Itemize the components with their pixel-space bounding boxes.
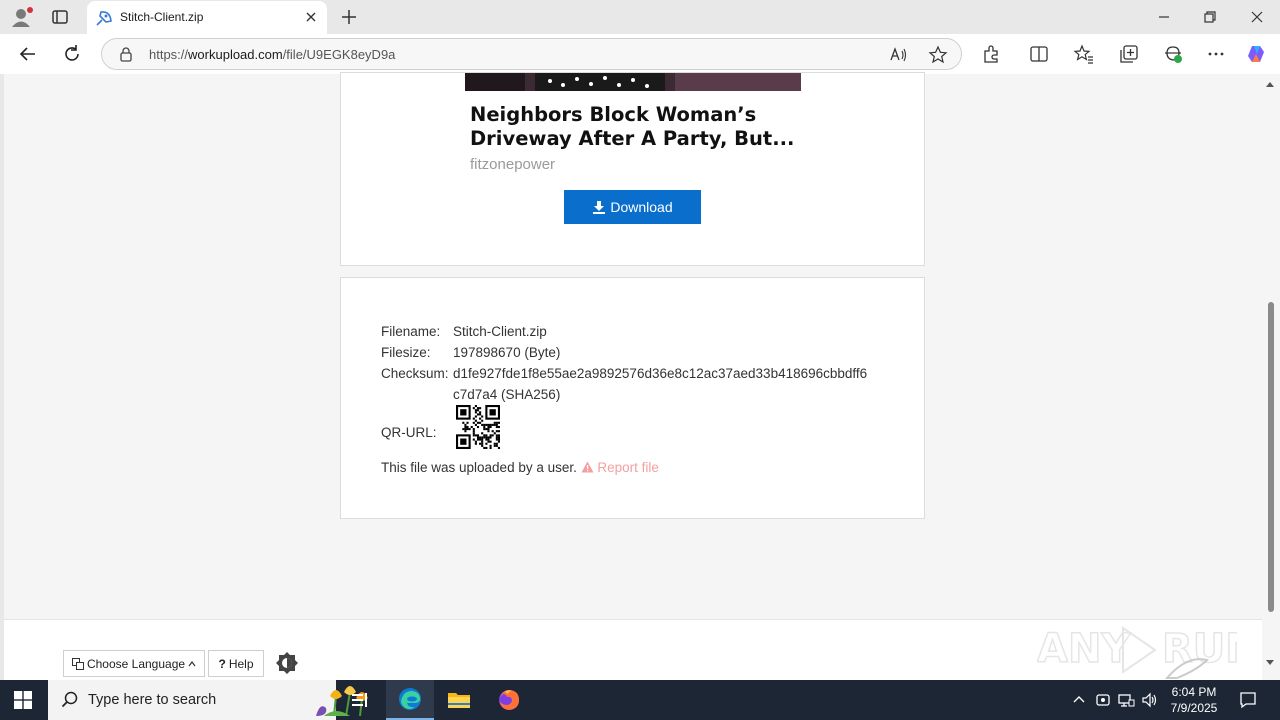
report-file-link[interactable]: Report file xyxy=(581,460,659,475)
show-hidden-icons-icon[interactable] xyxy=(1070,691,1088,709)
checksum-value-line1: d1fe927fde1f8e55ae2a9892576d36e8c12ac37a… xyxy=(453,366,868,381)
uploaded-notice: This file was uploaded by a user. Report… xyxy=(381,460,659,475)
choose-language-label: Choose Language xyxy=(86,656,186,671)
search-placeholder: Type here to search xyxy=(88,692,217,708)
firefox-icon xyxy=(499,690,519,710)
help-button[interactable]: ? Help xyxy=(208,650,264,677)
edge-icon xyxy=(399,688,421,710)
task-view-icon xyxy=(352,693,367,707)
refresh-icon[interactable] xyxy=(61,43,83,65)
back-icon[interactable] xyxy=(17,43,39,65)
close-tab-icon[interactable] xyxy=(303,9,319,25)
system-clock[interactable]: 6:04 PM 7/9/2025 xyxy=(1160,684,1228,716)
scroll-down-arrow[interactable] xyxy=(1266,660,1274,665)
warning-icon xyxy=(581,461,594,473)
svg-text:ANY: ANY xyxy=(1037,626,1131,672)
choose-language-button[interactable]: Choose Language xyxy=(63,650,205,677)
windows-taskbar: Type here to search 6:04 PM 7/9/2025 xyxy=(0,680,1280,720)
tab-actions-icon[interactable] xyxy=(50,7,70,27)
scroll-up-arrow[interactable] xyxy=(1266,82,1274,87)
navigation-bar: https://workupload.com/file/U9EGK8eyD9a xyxy=(0,34,1280,74)
close-window-icon[interactable] xyxy=(1246,6,1268,28)
uploaded-text: This file was uploaded by a user. xyxy=(381,460,577,475)
page-viewport: Neighbors Block Woman’s Driveway After A… xyxy=(0,72,1280,680)
file-explorer-icon xyxy=(448,693,470,708)
qr-url-label: QR-URL: xyxy=(381,425,437,440)
copilot-icon[interactable] xyxy=(1246,43,1268,65)
ad-image[interactable] xyxy=(465,73,801,91)
profile-icon[interactable] xyxy=(10,7,34,27)
filesize-value: 197898670 (Byte) xyxy=(453,345,561,360)
question-icon: ? xyxy=(218,656,226,671)
workupload-favicon-icon xyxy=(96,11,112,26)
taskbar-edge-button[interactable] xyxy=(386,680,434,720)
ad-card: Neighbors Block Woman’s Driveway After A… xyxy=(340,72,925,266)
extensions-icon[interactable] xyxy=(980,43,1002,65)
taskbar-search-box[interactable]: Type here to search xyxy=(48,680,368,720)
windows-start-icon[interactable] xyxy=(14,691,32,709)
address-bar[interactable]: https://workupload.com/file/U9EGK8eyD9a xyxy=(101,38,962,70)
vertical-scrollbar[interactable] xyxy=(1262,74,1280,680)
theme-toggle-icon[interactable] xyxy=(275,651,299,675)
restore-icon[interactable] xyxy=(1199,6,1221,28)
collections-icon[interactable] xyxy=(1118,43,1140,65)
report-file-label: Report file xyxy=(597,460,659,475)
network-icon[interactable] xyxy=(1117,691,1135,709)
split-screen-icon[interactable] xyxy=(1028,43,1050,65)
caret-up-icon xyxy=(188,660,196,666)
volume-icon[interactable] xyxy=(1141,691,1159,709)
anyrun-watermark-logo: ANY RUN xyxy=(1037,625,1237,679)
download-button[interactable]: Download xyxy=(564,190,701,224)
language-icon xyxy=(71,657,84,670)
favorite-star-icon[interactable] xyxy=(928,45,948,65)
tab-stitch-client[interactable]: Stitch-Client.zip xyxy=(87,1,327,34)
tab-title: Stitch-Client.zip xyxy=(120,10,204,24)
ad-source[interactable]: fitzonepower xyxy=(470,156,555,173)
lock-icon[interactable] xyxy=(118,46,134,62)
download-icon xyxy=(593,201,606,214)
ad-image-graphic xyxy=(465,73,801,91)
clock-time: 6:04 PM xyxy=(1171,685,1217,699)
filename-value: Stitch-Client.zip xyxy=(453,324,547,339)
file-info-card: Filename: Stitch-Client.zip Filesize: 19… xyxy=(340,277,925,519)
taskbar-file-explorer-button[interactable] xyxy=(435,680,483,720)
browser-essentials-icon[interactable] xyxy=(1162,43,1184,65)
scroll-thumb[interactable] xyxy=(1268,302,1274,612)
page-footer: Choose Language ? Help ANY RUN xyxy=(4,619,1262,680)
qr-code xyxy=(456,405,500,449)
favorites-icon[interactable] xyxy=(1073,43,1095,65)
checksum-value-line2: c7d7a4 (SHA256) xyxy=(453,387,561,402)
clock-date: 7/9/2025 xyxy=(1170,701,1218,715)
filesize-label: Filesize: xyxy=(381,345,431,360)
new-tab-icon[interactable] xyxy=(338,6,360,28)
url-text[interactable]: https://workupload.com/file/U9EGK8eyD9a xyxy=(149,47,395,62)
filename-label: Filename: xyxy=(381,324,441,339)
checksum-label: Checksum: xyxy=(381,366,449,381)
task-view-button[interactable] xyxy=(336,680,384,720)
taskbar-firefox-button[interactable] xyxy=(485,680,533,720)
ad-headline[interactable]: Neighbors Block Woman’s Driveway After A… xyxy=(470,103,810,151)
more-options-icon[interactable] xyxy=(1205,43,1227,65)
minimize-icon[interactable] xyxy=(1153,6,1175,28)
title-bar: Stitch-Client.zip xyxy=(0,0,1280,34)
search-icon xyxy=(61,691,78,708)
meet-now-icon[interactable] xyxy=(1094,691,1112,709)
read-aloud-icon[interactable] xyxy=(888,45,908,65)
notification-center-icon[interactable] xyxy=(1238,690,1258,710)
help-label: Help xyxy=(228,656,254,671)
download-label: Download xyxy=(610,199,673,215)
